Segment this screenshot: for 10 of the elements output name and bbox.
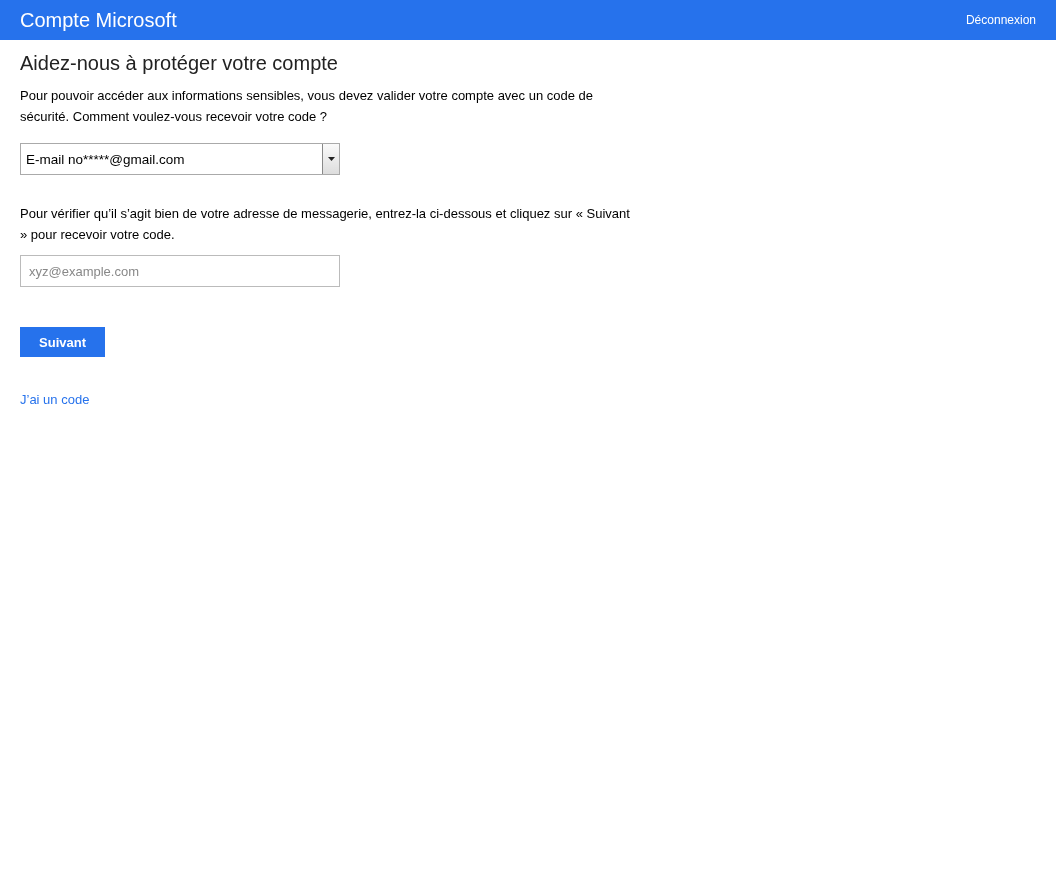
caret-icon xyxy=(327,157,335,161)
next-button[interactable]: Suivant xyxy=(20,327,105,357)
header-title: Compte Microsoft xyxy=(20,8,177,32)
method-dropdown[interactable]: E-mail no*****@gmail.com xyxy=(20,143,340,175)
email-field[interactable]: xyz@example.com xyxy=(20,255,340,287)
intro-text: Pour pouvoir accéder aux informations sensibles, vous devez valider votre compte avec un code de sécurité. Comment voulez-vous recevoir votre code ? xyxy=(20,87,595,126)
signout-link[interactable]: Déconnexion xyxy=(965,13,1036,27)
instructions-text: Pour vérifier qu’il s’agit bien de votre adresse de messagerie, entrez-la ci-dessous et cliquez sur « Suivant » pour recevoir votre code. xyxy=(20,205,631,244)
have-code-link[interactable]: J’ai un code xyxy=(20,392,90,407)
page-heading: Aidez-nous à protéger votre compte xyxy=(20,52,339,75)
